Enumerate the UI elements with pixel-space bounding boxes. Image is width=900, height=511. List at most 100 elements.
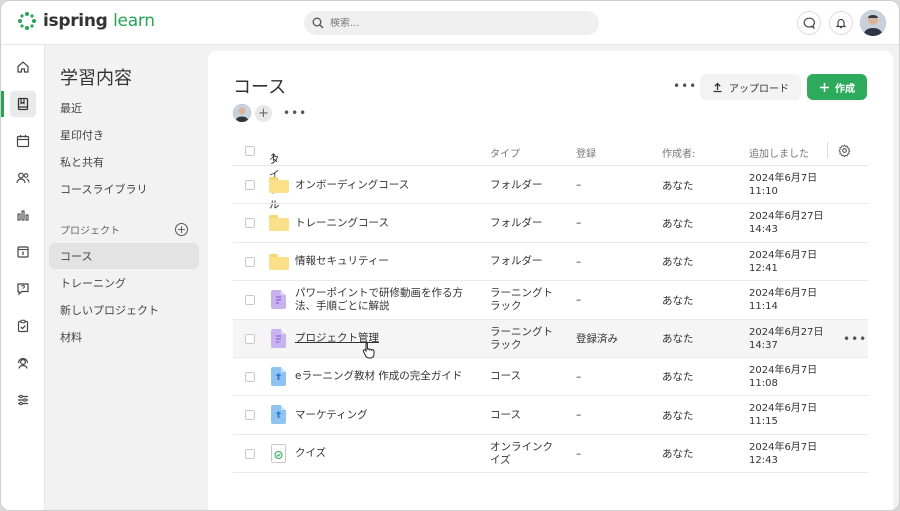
- content-sidebar: 学習内容 最近 星印付き 私と共有 コースライブラリ プロジェクト + コース …: [45, 45, 207, 510]
- row-added-date: 2024年6月7日: [749, 441, 818, 453]
- table-row[interactable]: トレーニングコース フォルダー – あなた 2024年6月27日 14:43: [233, 204, 868, 243]
- row-added-date: 2024年6月27日: [749, 326, 824, 338]
- rail-support[interactable]: [10, 350, 36, 376]
- sidebar-item-starred[interactable]: 星印付き: [49, 122, 199, 148]
- row-checkbox[interactable]: [245, 256, 255, 267]
- row-title[interactable]: プロジェクト管理: [295, 320, 465, 358]
- row-title[interactable]: パワーポイントで研修動画を作る方法、手順ごとに解説: [295, 281, 465, 319]
- row-checkbox[interactable]: [245, 295, 255, 306]
- rail-assignments[interactable]: [10, 313, 36, 339]
- sidebar-item-recent[interactable]: 最近: [49, 95, 199, 121]
- row-title[interactable]: マーケティング: [295, 396, 465, 434]
- row-registration: –: [576, 294, 582, 307]
- notifications-button[interactable]: [829, 11, 853, 35]
- logo[interactable]: ispring learn: [17, 11, 155, 31]
- header-more-button[interactable]: •••: [673, 79, 697, 93]
- sidebar-item-new-project[interactable]: 新しいプロジェクト: [49, 297, 199, 323]
- search-bar[interactable]: [304, 11, 599, 35]
- rail-info-board[interactable]: [10, 239, 36, 265]
- row-registration: –: [576, 179, 582, 191]
- rail-learning-content[interactable]: [1, 91, 36, 117]
- chat-icon: [803, 17, 815, 29]
- sidebar-item-shared[interactable]: 私と共有: [49, 149, 199, 175]
- row-title[interactable]: eラーニング教材 作成の完全ガイド: [295, 358, 465, 396]
- search-icon: [312, 17, 324, 29]
- row-title[interactable]: クイズ: [295, 435, 465, 473]
- row-checkbox[interactable]: [245, 218, 255, 229]
- row-type: コース: [490, 370, 521, 383]
- users-icon: [16, 172, 30, 184]
- page-title: コース: [233, 77, 287, 98]
- sort-arrow-up-icon: ↑: [269, 152, 278, 164]
- column-registration[interactable]: 登録: [576, 145, 596, 160]
- hand-pointer-icon: [362, 341, 376, 363]
- upload-button[interactable]: アップロード: [700, 74, 801, 100]
- column-added[interactable]: 追加しました: [749, 145, 809, 160]
- search-input[interactable]: [330, 17, 580, 29]
- row-title[interactable]: オンボーディングコース: [295, 166, 465, 204]
- row-added-time: 12:41: [749, 262, 778, 274]
- rail-questions[interactable]: [10, 276, 36, 302]
- table-row[interactable]: マーケティング コース – あなた 2024年6月7日 11:15: [233, 396, 868, 435]
- column-settings-button[interactable]: [838, 144, 851, 160]
- table-row[interactable]: プロジェクト管理 ラーニングトラック 登録済み あなた 2024年6月27日 14…: [233, 319, 868, 358]
- clipboard-check-icon: [17, 319, 29, 333]
- row-added: 2024年6月7日 11:10: [749, 166, 817, 204]
- row-registration: –: [576, 255, 582, 268]
- quiz-icon: [271, 443, 286, 463]
- table-header: タイトル ↑ タイプ 登録 作成者: 追加しました: [233, 138, 868, 211]
- row-checkbox[interactable]: [245, 371, 255, 382]
- top-bar: ispring learn: [1, 1, 899, 45]
- table-row[interactable]: クイズ オンラインクイズ – あなた 2024年6月7日 12:43: [233, 435, 868, 474]
- bell-icon: [835, 18, 847, 29]
- calendar-icon: [16, 135, 30, 148]
- upload-label: アップロード: [729, 83, 789, 95]
- logo-text-accent: learn: [113, 11, 155, 31]
- table-row[interactable]: eラーニング教材 作成の完全ガイド コース – あなた 2024年6月7日 11:…: [233, 358, 868, 397]
- row-added-time: 11:08: [749, 377, 778, 389]
- header-divider: [827, 142, 828, 158]
- rail-calendar[interactable]: [10, 128, 36, 154]
- row-title[interactable]: トレーニングコース: [295, 204, 465, 242]
- row-checkbox[interactable]: [245, 410, 255, 421]
- create-button[interactable]: 作成: [807, 74, 867, 100]
- column-type[interactable]: タイプ: [490, 145, 520, 160]
- row-added-date: 2024年6月7日: [749, 364, 818, 376]
- user-avatar[interactable]: [860, 10, 886, 36]
- row-registration: –: [576, 447, 582, 460]
- sidebar-item-materials[interactable]: 材料: [49, 324, 199, 350]
- rail-reports[interactable]: [10, 202, 36, 228]
- select-all-checkbox[interactable]: [245, 146, 255, 156]
- sidebar-item-course-library[interactable]: コースライブラリ: [49, 176, 199, 202]
- members-more-button[interactable]: •••: [283, 106, 307, 120]
- more-horizontal-icon: •••: [283, 106, 308, 120]
- row-added-date: 2024年6月7日: [749, 403, 818, 415]
- sidebar-item-courses[interactable]: コース: [49, 243, 199, 269]
- table-row[interactable]: オンボーディングコース フォルダー – あなた 2024年6月7日 11:10: [233, 166, 868, 205]
- member-avatar[interactable]: [233, 104, 251, 122]
- row-title[interactable]: 情報セキュリティー: [295, 243, 465, 281]
- rail-home[interactable]: [10, 54, 36, 80]
- add-project-button[interactable]: +: [175, 223, 188, 236]
- left-rail: [1, 45, 45, 510]
- rail-users[interactable]: [10, 165, 36, 191]
- learning-track-icon: [271, 328, 286, 348]
- logo-text: ispring: [43, 11, 108, 31]
- row-registration: –: [576, 217, 582, 230]
- row-added: 2024年6月7日 11:08: [749, 358, 817, 396]
- row-checkbox[interactable]: [245, 333, 255, 344]
- row-added: 2024年6月7日 11:14: [749, 281, 817, 319]
- rail-settings[interactable]: [10, 387, 36, 413]
- row-type: フォルダー: [490, 255, 543, 268]
- table-row[interactable]: パワーポイントで研修動画を作る方法、手順ごとに解説 ラーニングトラック – あな…: [233, 281, 868, 320]
- sidebar-item-training[interactable]: トレーニング: [49, 270, 199, 296]
- sidebar-title: 学習内容: [60, 68, 132, 89]
- column-author[interactable]: 作成者:: [662, 145, 695, 160]
- add-member-button[interactable]: +: [255, 105, 272, 122]
- chat-button[interactable]: [797, 11, 821, 35]
- row-checkbox[interactable]: [245, 448, 255, 459]
- create-label: 作成: [835, 83, 855, 95]
- row-checkbox[interactable]: [245, 180, 255, 190]
- row-more-button[interactable]: •••: [843, 332, 867, 346]
- table-row[interactable]: 情報セキュリティー フォルダー – あなた 2024年6月7日 12:41: [233, 243, 868, 282]
